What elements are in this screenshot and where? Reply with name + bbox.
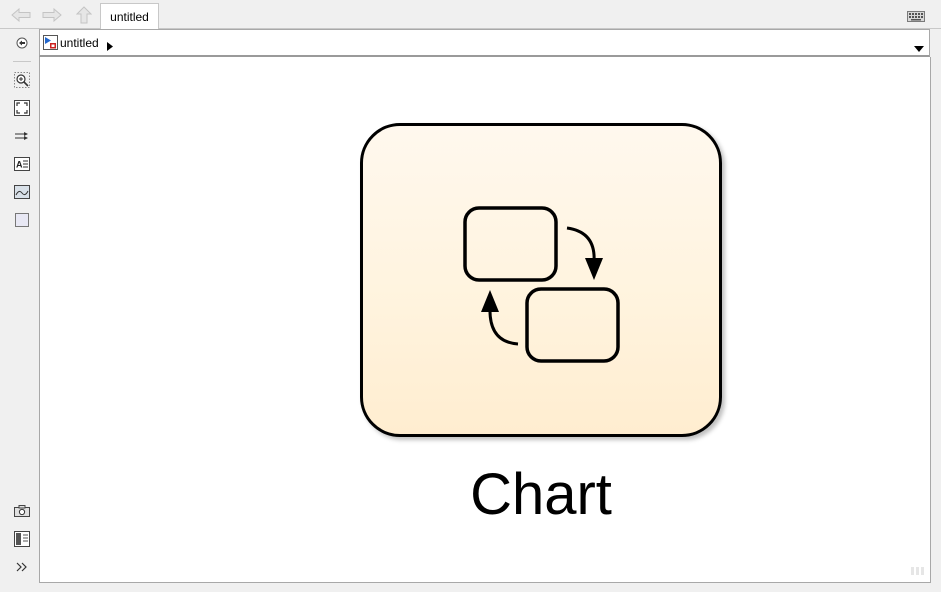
signal-lines-button[interactable] [13, 127, 31, 145]
area-icon [15, 213, 29, 227]
top-navigation-bar: untitled [0, 0, 941, 29]
fit-to-view-button[interactable] [13, 99, 31, 117]
forward-button[interactable] [41, 6, 63, 24]
model-browser-bar: untitled [39, 29, 930, 57]
annotation-button[interactable]: A [13, 155, 31, 173]
image-icon [14, 185, 30, 199]
stateflow-chart-icon [463, 206, 620, 363]
area-button[interactable] [13, 211, 31, 229]
screenshot-icon [14, 505, 30, 517]
zoom-icon [14, 72, 30, 88]
expand-toolbar-button[interactable] [13, 558, 31, 576]
tab-label: untitled [110, 9, 149, 24]
fit-to-view-icon [14, 100, 30, 116]
model-icon [43, 35, 58, 55]
toolbar-divider [13, 61, 31, 62]
left-toolbar: A [0, 29, 40, 592]
tab-untitled[interactable]: untitled [100, 3, 159, 29]
up-button[interactable] [73, 6, 95, 24]
arrow-left-icon [11, 8, 31, 22]
property-inspector-icon [14, 531, 30, 547]
image-button[interactable] [13, 183, 31, 201]
breadcrumb-arrow-icon[interactable] [107, 38, 113, 56]
signal-lines-icon [15, 132, 28, 140]
chart-block-label[interactable]: Chart [360, 461, 722, 528]
model-canvas[interactable]: Chart [39, 57, 931, 583]
chart-block[interactable] [360, 123, 722, 437]
chevron-down-icon[interactable] [914, 39, 924, 57]
screenshot-button[interactable] [13, 502, 31, 520]
property-inspector-button[interactable] [13, 530, 31, 548]
keyboard-icon[interactable] [907, 9, 925, 27]
zoom-button[interactable] [13, 71, 31, 89]
hide-explorer-icon [16, 37, 28, 49]
chevron-double-right-icon [16, 562, 27, 572]
resize-grip-icon[interactable] [911, 562, 927, 580]
back-button[interactable] [10, 6, 32, 24]
arrow-up-icon [76, 6, 92, 24]
breadcrumb-model-name[interactable]: untitled [60, 36, 99, 50]
annotation-icon: A [14, 157, 30, 171]
arrow-right-icon [42, 8, 62, 22]
svg-text:A: A [16, 160, 23, 170]
hide-explorer-button[interactable] [13, 34, 31, 52]
